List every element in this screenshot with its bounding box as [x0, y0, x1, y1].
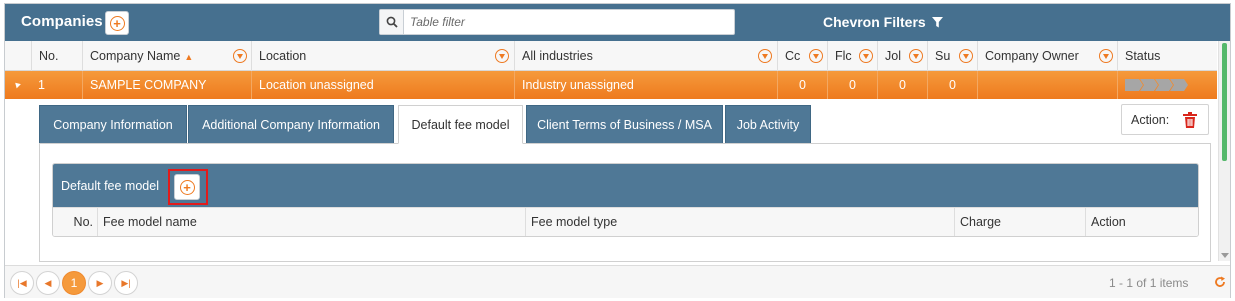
cell-company-owner — [977, 71, 1117, 99]
column-header-industries[interactable]: All industries — [514, 41, 777, 71]
column-header-no[interactable]: No. — [53, 208, 97, 236]
column-filter-icon[interactable] — [809, 49, 823, 63]
first-page-button[interactable]: |◀ — [10, 271, 34, 295]
add-company-button[interactable]: + — [105, 11, 129, 35]
column-header-charge[interactable]: Charge — [954, 208, 1085, 236]
fee-model-title: Default fee model — [61, 179, 159, 193]
pager: |◀ ◀ 1 ▶ ▶| 1 - 1 of 1 items — [5, 265, 1230, 298]
column-header-c1[interactable]: Cc — [777, 41, 827, 71]
scroll-down-icon[interactable] — [1221, 253, 1229, 258]
tab-additional-company-information[interactable]: Additional Company Information — [188, 105, 394, 143]
next-page-icon: ▶ — [96, 277, 104, 288]
scrollbar-thumb[interactable] — [1222, 43, 1227, 161]
search-icon — [380, 10, 404, 34]
companies-grid: Companies + Chevron Filters No. Company … — [4, 3, 1231, 298]
column-header-action[interactable]: Action — [1085, 208, 1198, 236]
tab-job-activity[interactable]: Job Activity — [725, 105, 811, 143]
next-page-button[interactable]: ▶ — [88, 271, 112, 295]
tab-label: Additional Company Information — [202, 117, 380, 132]
status-chevrons[interactable] — [1125, 79, 1188, 91]
tab-content-panel: Default fee model + No. Fee model name F… — [39, 144, 1211, 262]
tab-label: Company Information — [53, 117, 173, 132]
vertical-scrollbar[interactable] — [1218, 41, 1230, 261]
last-page-button[interactable]: ▶| — [114, 271, 138, 295]
action-delete-button[interactable]: Action: — [1121, 104, 1209, 135]
prev-page-button[interactable]: ◀ — [36, 271, 60, 295]
cell-no: 1 — [38, 78, 45, 92]
status-chevron-step[interactable] — [1125, 79, 1143, 91]
column-label: Cc — [785, 49, 801, 63]
cell-c1: 0 — [777, 71, 827, 99]
column-filter-icon[interactable] — [909, 49, 923, 63]
chevron-filters-label: Chevron Filters — [823, 14, 926, 30]
cell-c3: 0 — [877, 71, 927, 99]
row-expand-icon[interactable] — [13, 80, 21, 89]
add-fee-model-button[interactable]: + — [174, 174, 200, 200]
column-label: All industries — [522, 49, 593, 63]
column-header-c4[interactable]: Su — [927, 41, 977, 71]
column-header-c3[interactable]: Jol — [877, 41, 927, 71]
cell-location: Location unassigned — [251, 71, 514, 99]
plus-icon: + — [109, 15, 125, 31]
column-header-company-owner[interactable]: Company Owner — [977, 41, 1117, 71]
column-filter-icon[interactable] — [859, 49, 873, 63]
fee-model-header: Default fee model + — [53, 164, 1198, 207]
column-label: Location — [259, 49, 307, 63]
column-header-company-name[interactable]: Company Name ▲ — [82, 41, 251, 71]
tab-label: Job Activity — [736, 117, 800, 132]
column-label: Company Name — [90, 49, 181, 63]
chevron-filters-button[interactable]: Chevron Filters — [823, 14, 943, 30]
column-label: Flc — [835, 49, 852, 63]
column-filter-icon[interactable] — [758, 49, 772, 63]
cell-company-name: SAMPLE COMPANY — [82, 71, 251, 99]
refresh-icon[interactable] — [1214, 276, 1226, 288]
grid-toolbar: Companies + Chevron Filters — [5, 4, 1230, 41]
tab-label: Client Terms of Business / MSA — [537, 117, 712, 132]
column-header-no[interactable]: No. — [31, 41, 82, 71]
cell-c4: 0 — [927, 71, 977, 99]
last-page-icon: ▶| — [121, 277, 131, 288]
column-label: Status — [1125, 49, 1161, 63]
trash-icon — [1183, 112, 1197, 128]
column-label: No. — [39, 49, 59, 63]
pager-info: 1 - 1 of 1 items — [1109, 276, 1189, 290]
column-header-c2[interactable]: Flc — [827, 41, 877, 71]
page-title: Companies — [21, 13, 103, 30]
fee-model-columns: No. Fee model name Fee model type Charge… — [53, 207, 1198, 236]
tab-default-fee-model[interactable]: Default fee model — [398, 105, 523, 144]
sort-ascending-icon: ▲ — [184, 52, 194, 62]
first-page-icon: |◀ — [17, 277, 27, 288]
column-label: Jol — [885, 49, 901, 63]
column-label: Su — [935, 49, 951, 63]
prev-page-icon: ◀ — [44, 277, 52, 288]
column-header-status[interactable]: Status — [1117, 41, 1217, 71]
tab-label: Default fee model — [411, 117, 510, 132]
table-row[interactable]: 1 SAMPLE COMPANY Location unassigned Ind… — [5, 71, 1217, 99]
grid-header: No. Company Name ▲ Location All industrie… — [5, 41, 1217, 71]
tab-client-terms[interactable]: Client Terms of Business / MSA — [526, 105, 723, 143]
column-filter-icon[interactable] — [233, 49, 247, 63]
column-filter-icon[interactable] — [495, 49, 509, 63]
column-header-fee-model-type[interactable]: Fee model type — [525, 208, 954, 236]
cell-c2: 0 — [827, 71, 877, 99]
column-filter-icon[interactable] — [959, 49, 973, 63]
tab-company-information[interactable]: Company Information — [39, 105, 187, 143]
table-filter-input[interactable] — [410, 13, 730, 31]
page-number: 1 — [70, 276, 78, 290]
table-filter — [379, 9, 735, 35]
funnel-icon — [931, 16, 943, 27]
column-header-location[interactable]: Location — [251, 41, 514, 71]
fee-model-panel: Default fee model + No. Fee model name F… — [52, 163, 1199, 237]
action-label: Action: — [1131, 112, 1170, 127]
column-filter-icon[interactable] — [1099, 49, 1113, 63]
column-label: Company Owner — [985, 49, 1079, 63]
cell-industry: Industry unassigned — [514, 71, 777, 99]
column-header-fee-model-name[interactable]: Fee model name — [97, 208, 525, 236]
plus-icon: + — [179, 179, 195, 195]
current-page-button[interactable]: 1 — [62, 271, 86, 295]
